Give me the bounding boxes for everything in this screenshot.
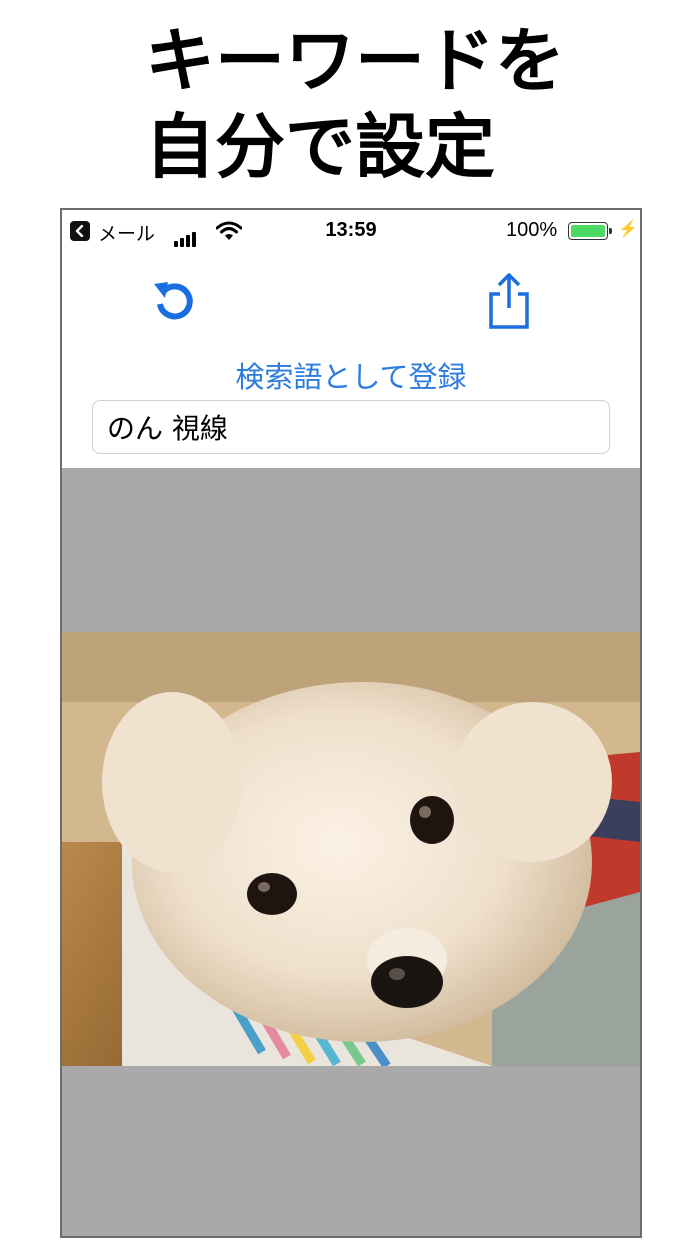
image-viewer	[62, 468, 640, 1236]
headline-line-2: 自分で設定	[145, 106, 495, 188]
register-as-search-term-link[interactable]: 検索語として登録	[62, 354, 640, 396]
battery-percent: 100%	[506, 219, 558, 241]
battery-level-fill	[571, 225, 605, 237]
share-icon	[489, 273, 529, 329]
search-keyword-input[interactable]	[92, 400, 610, 454]
dog-photo[interactable]	[62, 632, 640, 1066]
headline-line-1: キーワードを	[145, 20, 565, 102]
charging-bolt-icon: ⚡	[618, 221, 638, 238]
status-bar: メール 13:59 100% ⚡	[62, 210, 640, 250]
battery-icon	[568, 222, 612, 240]
share-button[interactable]	[484, 272, 534, 330]
reload-button[interactable]	[150, 274, 198, 326]
phone-screen: メール 13:59 100% ⚡ 検索語として登録 のん 視線	[60, 208, 642, 1238]
rotate-counterclockwise-icon	[154, 282, 193, 320]
